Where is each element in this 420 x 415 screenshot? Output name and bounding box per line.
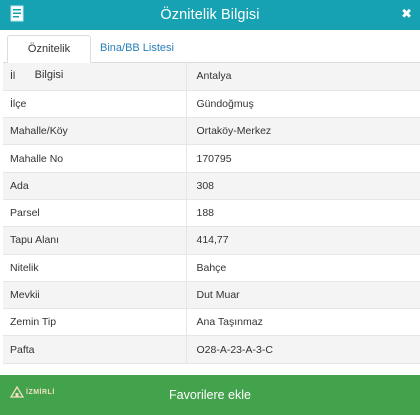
attribute-label: Tapu Alanı xyxy=(3,226,187,255)
attribute-value: Ortaköy-Merkez xyxy=(186,117,420,146)
attribute-table: İl Antalya İlçe Gündoğmuş Mahalle/Köy Or… xyxy=(3,63,420,364)
attribute-value: O28-A-23-A-3-C xyxy=(186,335,420,364)
dialog-titlebar: Öznitelik Bilgisi ✖ xyxy=(0,0,420,30)
table-row: Mahalle/Köy Ortaköy-Merkez xyxy=(3,117,420,146)
attribute-label: İlçe xyxy=(3,90,187,119)
close-icon[interactable]: ✖ xyxy=(401,4,412,24)
attribute-label: Pafta xyxy=(3,335,187,364)
document-icon xyxy=(10,5,24,22)
table-row: Mevkii Dut Muar xyxy=(3,281,420,310)
attribute-label: İl xyxy=(3,63,187,91)
table-row: Pafta O28-A-23-A-3-C xyxy=(3,335,420,364)
table-row: İlçe Gündoğmuş xyxy=(3,90,420,119)
tab-attribute-info[interactable]: Öznitelik Bilgisi xyxy=(7,35,91,81)
attribute-value: 170795 xyxy=(186,144,420,173)
attribute-value: 414,77 xyxy=(186,226,420,255)
attribute-value: Gündoğmuş xyxy=(186,90,420,119)
add-to-favorites-button[interactable]: Favorilere ekle xyxy=(0,375,420,415)
attribute-label: Zemin Tip xyxy=(3,308,187,337)
attribute-label: Mevkii xyxy=(3,281,187,310)
table-row: Tapu Alanı 414,77 xyxy=(3,226,420,255)
dialog-footer: Favorilere ekle xyxy=(0,375,420,415)
table-row: Zemin Tip Ana Taşınmaz xyxy=(3,308,420,337)
attribute-value: Ana Taşınmaz xyxy=(186,308,420,337)
attribute-value: 308 xyxy=(186,172,420,200)
table-row: Nitelik Bahçe xyxy=(3,254,420,282)
attribute-value: Antalya xyxy=(186,63,420,91)
attribute-label: Nitelik xyxy=(3,254,187,282)
table-row: İl Antalya xyxy=(3,63,420,91)
table-row: Parsel 188 xyxy=(3,199,420,228)
attribute-label: Parsel xyxy=(3,199,187,228)
table-row: Ada 308 xyxy=(3,172,420,200)
dialog-title: Öznitelik Bilgisi xyxy=(160,7,260,23)
attribute-label: Mahalle No xyxy=(3,144,187,173)
attribute-value: 188 xyxy=(186,199,420,228)
tab-building-list[interactable]: Bina/BB Listesi xyxy=(92,35,182,63)
attribute-label: Mahalle/Köy xyxy=(3,117,187,146)
attribute-value: Bahçe xyxy=(186,254,420,282)
table-row: Mahalle No 170795 xyxy=(3,144,420,173)
attribute-label: Ada xyxy=(3,172,187,200)
attribute-value: Dut Muar xyxy=(186,281,420,310)
tab-bar: Öznitelik Bilgisi Bina/BB Listesi xyxy=(0,30,420,81)
